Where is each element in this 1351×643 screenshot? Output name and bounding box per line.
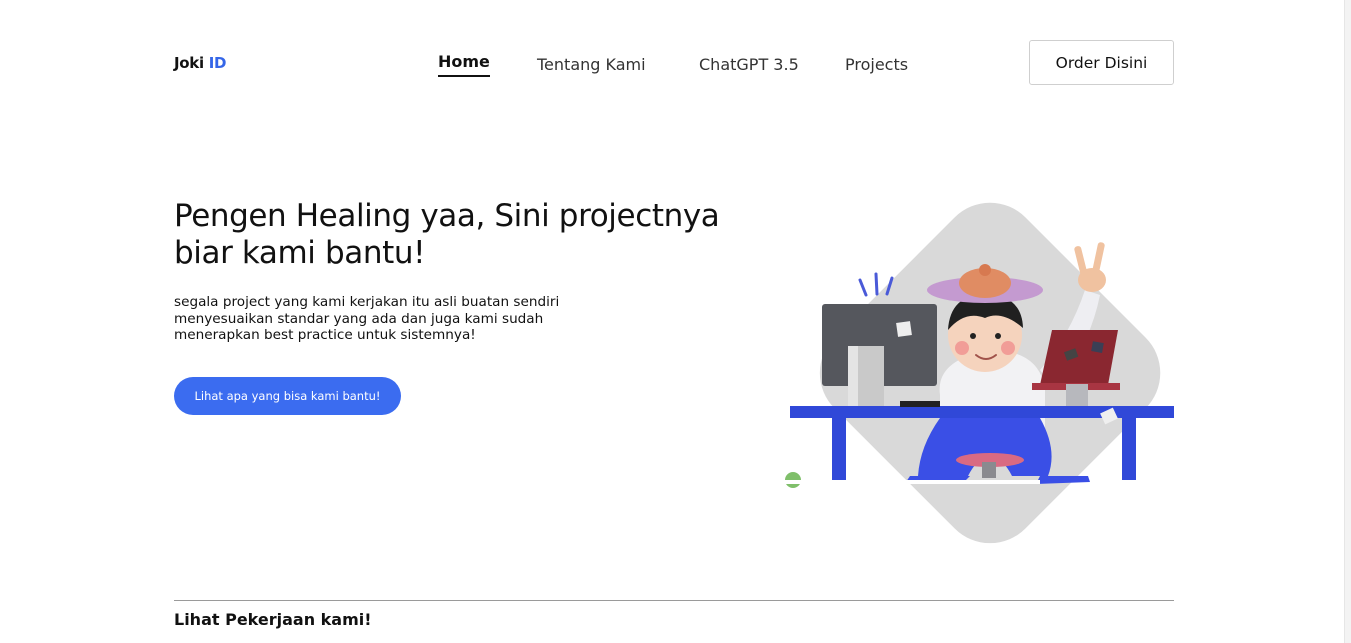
works-section-title: Lihat Pekerjaan kami!	[174, 610, 372, 629]
nav-home[interactable]: Home	[438, 52, 490, 77]
nav-chatgpt[interactable]: ChatGPT 3.5	[699, 55, 799, 74]
cta-button[interactable]: Lihat apa yang bisa kami bantu!	[174, 377, 401, 415]
hero-desc-line-3: menerapkan best practice untuk sistemnya…	[174, 327, 476, 343]
nav-tentang-kami[interactable]: Tentang Kami	[537, 55, 646, 74]
section-divider	[174, 600, 1174, 601]
hero-title-line-1: Pengen Healing yaa, Sini projectnya	[174, 198, 720, 234]
hero-desc-line-1: segala project yang kami kerjakan itu as…	[174, 294, 560, 310]
nav-projects[interactable]: Projects	[845, 55, 908, 74]
hero-desc-line-2: menyesuaikan standar yang ada dan juga k…	[174, 310, 544, 327]
motion-lines	[858, 272, 894, 297]
hero-title: Pengen Healing yaa, Sini projectnya biar …	[174, 198, 774, 272]
page-scrollbar[interactable]	[1344, 0, 1351, 643]
order-button[interactable]: Order Disini	[1029, 40, 1174, 85]
person-at-desk-illustration	[740, 202, 1174, 544]
hero-description: segala project yang kami kerjakan itu as…	[174, 294, 604, 344]
hero-title-line-2: biar kami bantu!	[174, 235, 426, 271]
